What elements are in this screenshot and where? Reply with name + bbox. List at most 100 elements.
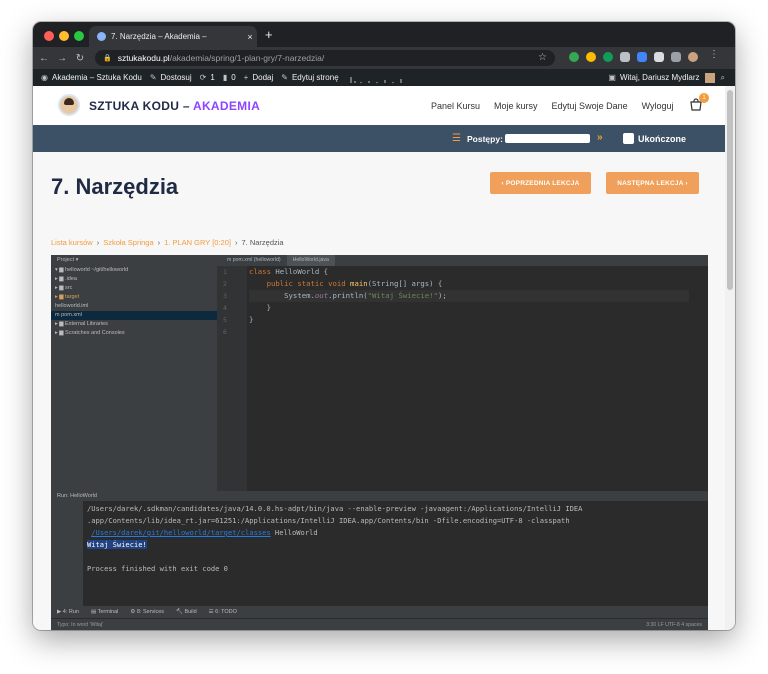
list-icon: ☰ (452, 133, 461, 144)
ide-status-left: Typo: In word 'Witaj' (57, 622, 104, 628)
url-path: /akademia/spring/1-plan-gry/7-narzedzia/ (169, 53, 325, 63)
breadcrumb-lista-kursow[interactable]: Lista kursów (51, 238, 93, 247)
nav-wyloguj[interactable]: Wyloguj (642, 101, 674, 111)
tab-bar: 7. Narzędzia – Akademia – × + (33, 22, 735, 47)
code-keyword: public static void (249, 279, 346, 288)
new-tab-button[interactable]: + (265, 27, 273, 42)
page-scrollbar[interactable] (725, 86, 735, 630)
code-text: .println( (328, 291, 368, 300)
reading-list-icon[interactable] (671, 52, 681, 62)
extension-icon-blue[interactable] (637, 52, 647, 62)
nav-moje-kursy[interactable]: Moje kursy (494, 101, 538, 111)
nav-edytuj-dane[interactable]: Edytuj Swoje Dane (552, 101, 628, 111)
tab-title: 7. Narzędzia – Akademia – (111, 32, 207, 41)
output-selected-text: Witaj Świecie! (87, 540, 147, 549)
wp-edit-page[interactable]: ✎ Edytuj stronę (281, 73, 338, 82)
extension-icon-green[interactable] (569, 52, 579, 62)
tree-item: m pom.xml (51, 311, 217, 320)
top-navigation: Panel Kursu Moje kursy Edytuj Swoje Dane… (431, 101, 688, 111)
customize-label: Dostosuj (160, 73, 192, 82)
nav-panel-kursu[interactable]: Panel Kursu (431, 101, 480, 111)
lesson-content: 7. Narzędzia ‹ POPRZEDNIA LEKCJA NASTĘPN… (33, 152, 725, 630)
output-classpath-link: /Users/darek/git/helloworld/target/class… (91, 528, 271, 537)
progress-arrows-icon[interactable]: » (597, 132, 603, 143)
page-title: 7. Narzędzia (51, 174, 179, 199)
edit-page-label: Edytuj stronę (291, 73, 339, 82)
project-tree: ▾ ▆ helloworld ~/git/helloworld ▸ ▆ .ide… (51, 266, 217, 491)
minimize-window-button[interactable] (59, 31, 69, 41)
breadcrumb-plan-gry[interactable]: 1. PLAN GRY [0:20] (164, 238, 231, 247)
address-bar[interactable]: 🔒 sztukakodu.pl /akademia/spring/1-plan-… (95, 50, 555, 66)
wp-account[interactable]: ▣ Witaj, Dariusz Mydlarz ⌕ (608, 69, 729, 86)
code-editor: class HelloWorld { public static void ma… (249, 266, 689, 491)
ide-tab-helloworld: HelloWorld.java (286, 255, 335, 266)
wp-add-new[interactable]: + Dodaj (244, 73, 274, 82)
extension-icon-orange[interactable] (586, 52, 596, 62)
previous-lesson-button[interactable]: ‹ POPRZEDNIA LEKCJA (490, 172, 591, 194)
line-number: 4 (223, 304, 227, 312)
next-lesson-button[interactable]: NASTĘPNA LEKCJA › (606, 172, 699, 194)
pencil-icon: ✎ (281, 73, 288, 82)
url-host: sztukakodu.pl (117, 53, 170, 63)
greeting-label: Witaj, Dariusz Mydlarz (619, 73, 700, 82)
ide-bottom-tab: ☰ 6: TODO (208, 609, 237, 615)
cart-count-badge: 1 (699, 93, 709, 103)
line-number: 3 (223, 292, 227, 300)
line-number: 2 (223, 280, 227, 288)
wp-comments[interactable]: ▮ 0 (223, 73, 236, 82)
tree-item: ▸ ▆ Scratches and Consoles (55, 330, 125, 336)
tree-item: ▾ ▆ helloworld ~/git/helloworld (55, 267, 129, 273)
ide-toolbar: Project ▾ (51, 255, 708, 266)
output-line: /Users/darek/git/helloworld/target/class… (87, 527, 707, 539)
profile-avatar-icon[interactable] (688, 52, 698, 62)
browser-tab-active[interactable]: 7. Narzędzia – Akademia – × (89, 26, 257, 47)
plus-icon: + (243, 73, 249, 82)
complete-checkbox[interactable] (623, 133, 634, 144)
code-field: out (314, 291, 329, 300)
tree-item: ▸ ▆ target (55, 294, 80, 300)
comments-count: 0 (231, 73, 236, 82)
progress-label: Postępy: (467, 134, 503, 144)
code-keyword: class (249, 267, 271, 276)
extension-icon-camera[interactable] (620, 52, 630, 62)
wp-admin-bar: ◉ Akademia – Sztuka Kodu ✎ Dostosuj ⟳ 1 … (33, 69, 735, 86)
site-logo[interactable]: SZTUKA KODU – AKADEMIA (89, 99, 260, 113)
code-text: System. (249, 291, 315, 300)
breadcrumb-szkola-springa[interactable]: Szkoła Springa (103, 238, 153, 247)
wp-updates[interactable]: ⟳ 1 (200, 73, 215, 82)
output-line: Process finished with exit code 0 (87, 564, 228, 573)
extensions-puzzle-icon[interactable] (654, 52, 664, 62)
scrollbar-thumb[interactable] (727, 90, 733, 290)
menu-kebab-icon[interactable]: ⋮ (709, 49, 719, 60)
code-text: ); (437, 291, 447, 300)
search-icon[interactable]: ⌕ (721, 73, 725, 83)
tree-item: helloworld.iml (55, 303, 89, 309)
code-text: HelloWorld { (270, 267, 329, 276)
comment-icon: ▮ (222, 73, 228, 82)
breadcrumb-separator: › (157, 238, 161, 247)
ide-status-right: 3:30 LF UTF-8 4 spaces (646, 622, 702, 628)
bookmark-star-icon[interactable]: ☆ (538, 52, 547, 63)
breadcrumb-separator: › (235, 238, 238, 247)
ide-bottom-tab: ⚙ 8: Services (130, 609, 165, 615)
tab-close-icon[interactable]: × (243, 32, 257, 42)
wp-customize[interactable]: ✎ Dostosuj (150, 73, 192, 82)
maximize-window-button[interactable] (74, 31, 84, 41)
back-icon[interactable]: ← (37, 53, 51, 64)
logo-avatar[interactable] (58, 94, 80, 116)
close-window-button[interactable] (44, 31, 54, 41)
ide-bottom-tab: ▶ 4: Run (57, 609, 79, 615)
ide-editor-tabs: m pom.xml (helloworld) HelloWorld.java (221, 255, 335, 266)
code-line: } (249, 303, 271, 312)
run-panel-header: Run: HelloWorld (51, 491, 708, 501)
user-avatar (704, 72, 715, 83)
output-line: .app/Contents/lib/idea_rt.jar=61251:/App… (87, 516, 570, 525)
reload-icon[interactable]: ↻ (73, 53, 87, 64)
forward-icon[interactable]: → (55, 53, 69, 64)
code-text: (String[] args) { (367, 279, 443, 288)
ide-tab-pom: m pom.xml (helloworld) (227, 257, 281, 263)
code-function: main (345, 279, 368, 288)
wp-site-name[interactable]: ◉ Akademia – Sztuka Kodu (41, 73, 142, 82)
extension-icon-evernote[interactable] (603, 52, 613, 62)
